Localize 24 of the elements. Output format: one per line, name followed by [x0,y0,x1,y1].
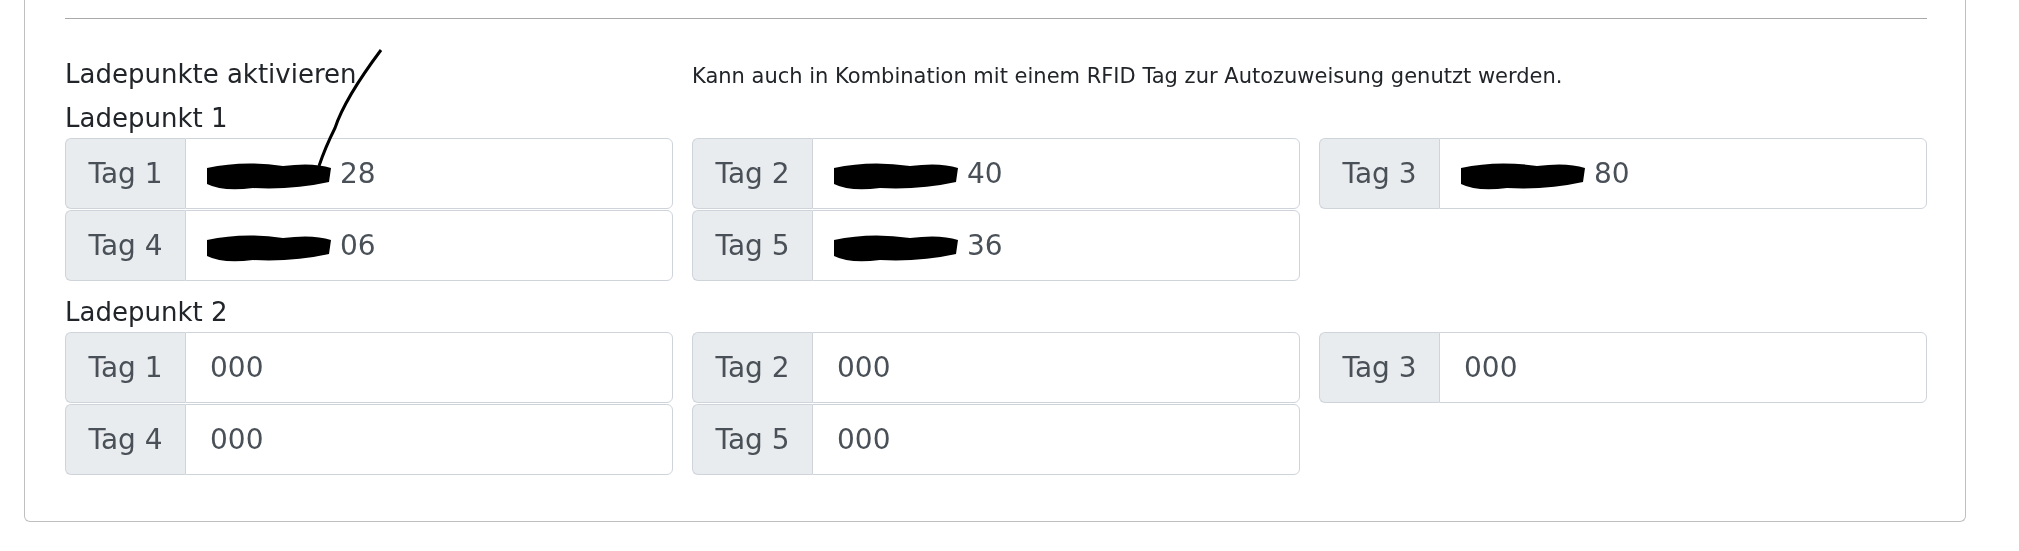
tag-label: Tag 3 [1319,332,1439,403]
tag-label: Tag 1 [65,332,185,403]
input-field[interactable]: 80 [1439,138,1927,209]
tag-label: Tag 3 [1319,138,1439,209]
input-field[interactable]: 28 [185,138,673,209]
input-field[interactable]: 000 [1439,332,1927,403]
tag-label: Tag 4 [65,404,185,475]
hint-text: Kann auch in Kombination mit einem RFID Tag zur Autozuweisung genutzt werden. [692,64,1563,88]
tag-label: Tag 1 [65,138,185,209]
charge-point-label: Ladepunkt 2 [65,297,229,327]
input-field[interactable]: 000 [185,332,673,403]
input-field[interactable]: 40 [812,138,1300,209]
tag-label: Tag 5 [692,210,812,281]
section-title: Ladepunkte aktivieren [65,59,358,89]
input-field[interactable]: 36 [812,210,1300,281]
charge-point-label: Ladepunkt 1 [65,103,229,133]
tag-label: Tag 4 [65,210,185,281]
input-field[interactable]: 06 [185,210,673,281]
input-field[interactable]: 000 [185,404,673,475]
input-field[interactable]: 000 [812,404,1300,475]
input-field[interactable]: 000 [812,332,1300,403]
tag-label: Tag 5 [692,404,812,475]
tag-label: Tag 2 [692,138,812,209]
tag-label: Tag 2 [692,332,812,403]
